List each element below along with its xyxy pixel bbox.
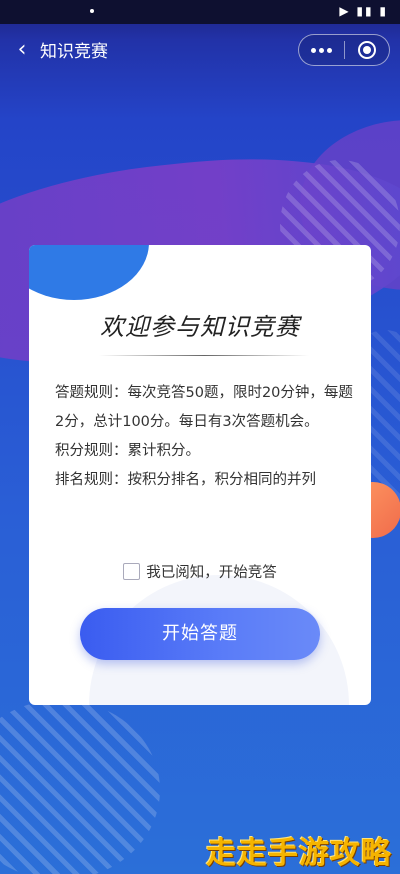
back-icon[interactable]: ‹ xyxy=(10,36,34,64)
more-icon[interactable] xyxy=(299,35,344,65)
status-icons: ▶ ▮▮ ▮ xyxy=(339,4,388,18)
page-title: 知识竞赛 xyxy=(40,42,108,62)
agree-checkbox[interactable] xyxy=(123,563,141,580)
start-quiz-button[interactable]: 开始答题 xyxy=(80,608,320,660)
title-divider xyxy=(99,355,309,356)
agree-row[interactable]: 我已阅知，开始竞答 xyxy=(29,561,371,582)
mini-program-capsule xyxy=(298,34,390,66)
rule-ranking: 排名规则：按积分排名，积分相同的并列 xyxy=(55,472,316,488)
status-bar: ▶ ▮▮ ▮ xyxy=(0,0,400,24)
card-corner-decoration xyxy=(29,245,149,300)
quiz-card: 欢迎参与知识竞赛 答题规则：每次竞答50题，限时20分钟，每题2分，总计100分… xyxy=(29,245,371,705)
agree-label[interactable]: 我已阅知，开始竞答 xyxy=(146,561,277,582)
camera-dot xyxy=(90,9,94,13)
background-stripes xyxy=(0,700,160,874)
target-icon[interactable] xyxy=(345,35,389,65)
rules-text: 答题规则：每次竞答50题，限时20分钟，每题2分，总计100分。每日有3次答题机… xyxy=(55,379,355,495)
watermark: 走走手游攻略 xyxy=(206,836,392,871)
nav-bar: ‹ 知识竞赛 xyxy=(0,24,400,76)
card-title: 欢迎参与知识竞赛 xyxy=(100,313,300,341)
rule-answer: 答题规则：每次竞答50题，限时20分钟，每题2分，总计100分。每日有3次答题机… xyxy=(55,385,353,430)
rule-points: 积分规则：累计积分。 xyxy=(55,443,200,459)
